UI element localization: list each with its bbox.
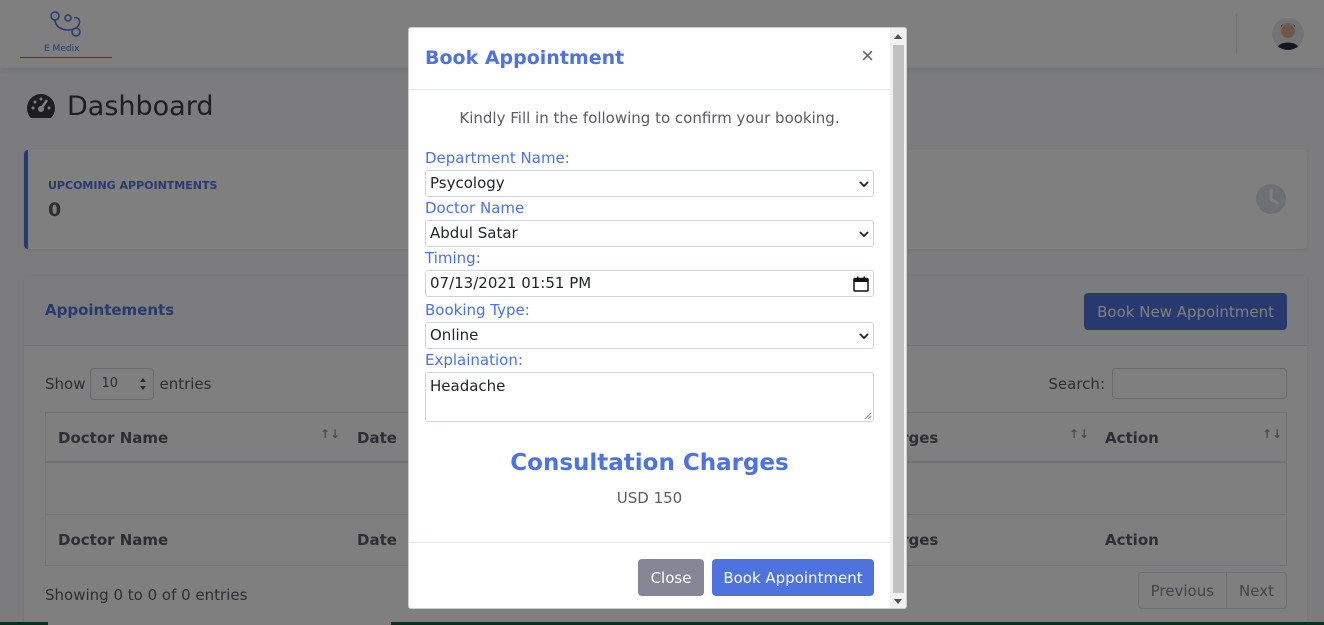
chevron-down-icon — [859, 181, 869, 188]
scroll-down-icon[interactable] — [894, 599, 902, 604]
booking-type-value: Online — [430, 326, 479, 344]
doctor-select[interactable]: Abdul Satar — [425, 220, 874, 247]
modal-header: Book Appointment × — [409, 28, 890, 90]
modal-scrollbar[interactable] — [890, 28, 906, 608]
resize-grip-icon[interactable] — [864, 412, 872, 420]
modal-intro: Kindly Fill in the following to confirm … — [459, 109, 840, 127]
explanation-label: Explaination: — [425, 351, 523, 369]
timing-value: 07/13/2021 01:51 PM — [430, 274, 592, 292]
consultation-charges-title: Consultation Charges — [510, 450, 789, 476]
booking-type-select[interactable]: Online — [425, 322, 874, 349]
scroll-up-icon[interactable] — [894, 34, 902, 39]
timing-input[interactable]: 07/13/2021 01:51 PM — [425, 270, 874, 297]
book-appointment-modal: Book Appointment × Kindly Fill in the fo… — [408, 27, 907, 609]
close-icon[interactable]: × — [861, 45, 874, 67]
close-button[interactable]: Close — [638, 559, 704, 596]
modal-footer: Close Book Appointment — [409, 542, 890, 608]
explanation-textarea[interactable]: Headache — [425, 372, 874, 422]
booking-type-label: Booking Type: — [425, 301, 530, 319]
timing-label: Timing: — [425, 249, 481, 267]
doctor-label: Doctor Name — [425, 199, 525, 217]
department-label: Department Name: — [425, 149, 570, 167]
modal-title: Book Appointment — [425, 47, 625, 69]
chevron-down-icon — [859, 231, 869, 238]
doctor-value: Abdul Satar — [430, 224, 518, 242]
explanation-value: Headache — [430, 377, 506, 395]
department-value: Psycology — [430, 174, 505, 192]
consultation-charges-value: USD 150 — [616, 489, 683, 507]
scrollbar-thumb[interactable] — [893, 45, 904, 593]
department-select[interactable]: Psycology — [425, 170, 874, 197]
chevron-down-icon — [859, 333, 869, 340]
calendar-icon[interactable] — [853, 276, 869, 292]
book-appointment-button[interactable]: Book Appointment — [712, 559, 874, 596]
